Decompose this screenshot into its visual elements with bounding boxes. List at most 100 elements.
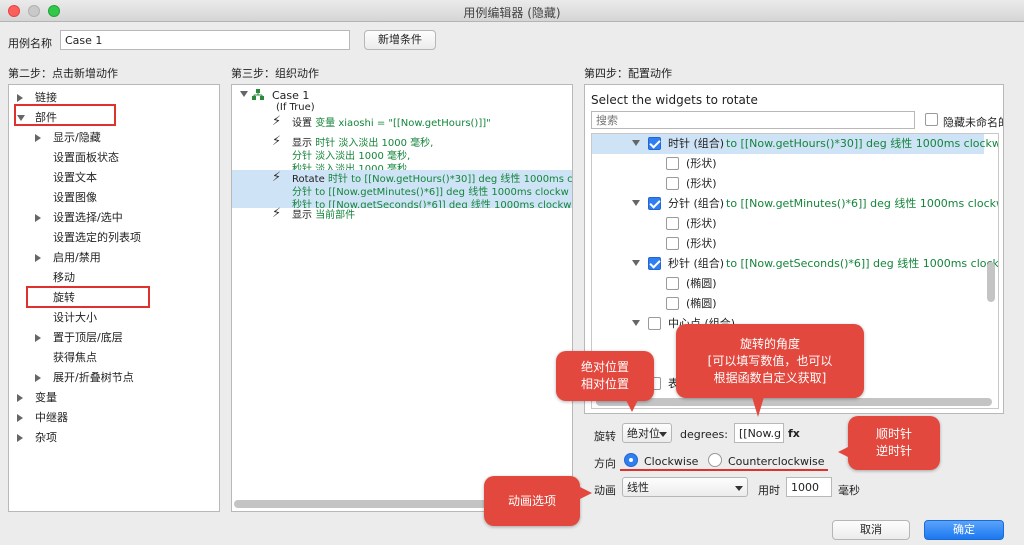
widget-checkbox[interactable]	[666, 177, 679, 190]
callout-animation: 动画选项	[484, 476, 580, 526]
rotate-mode-select[interactable]: 绝对位	[622, 423, 672, 443]
widget-name: 秒针 (组合)	[668, 257, 725, 270]
highlight-widgets	[14, 104, 116, 126]
callout-pointer	[626, 400, 638, 414]
widget-row-hour[interactable]: 时针 (组合) to [[Now.getHours()*30]] deg 线性 …	[592, 134, 998, 154]
widget-checkbox-minute[interactable]	[648, 197, 661, 210]
duration-label: 用时	[758, 484, 780, 497]
degrees-input[interactable]: [[Now.g	[734, 423, 784, 443]
animation-value: 线性	[627, 481, 649, 494]
vertical-scrollbar[interactable]	[987, 262, 995, 302]
fx-button[interactable]: fx	[788, 427, 800, 440]
widget-row-shape[interactable]: (形状)	[592, 154, 984, 174]
callout-pointer	[836, 446, 850, 458]
action-detail: 当前部件	[315, 210, 356, 221]
horizontal-scrollbar[interactable]	[596, 398, 992, 406]
widget-row-ellipse[interactable]: (椭圆)	[592, 274, 984, 294]
tree-item-variables[interactable]: 变量	[17, 389, 217, 407]
tree-item-label: 中继器	[35, 411, 68, 424]
tree-item-label: 展开/折叠树节点	[53, 371, 134, 384]
action-set-variable[interactable]: 设置 变量 xiaoshi = "[[Now.getHours()]]"	[292, 117, 491, 130]
chevron-down-icon	[735, 486, 743, 491]
tree-item-label: 设置选择/选中	[53, 211, 123, 224]
action-detail: 时针 淡入淡出 1000 毫秒,	[315, 138, 434, 149]
tree-item-set-text[interactable]: 设置文本	[53, 169, 97, 187]
tree-item-set-list-item[interactable]: 设置选定的列表项	[53, 229, 141, 247]
callout-line: 动画选项	[507, 493, 556, 508]
organize-actions-panel: Case 1 (If True) ⚡ 设置 变量 xiaoshi = "[[No…	[231, 84, 573, 512]
widget-row-shape[interactable]: (形状)	[592, 214, 984, 234]
duration-input[interactable]: 1000	[786, 477, 832, 497]
tree-item-set-image[interactable]: 设置图像	[53, 189, 97, 207]
action-verb: 显示	[292, 138, 312, 149]
tree-item-label: 置于顶层/底层	[53, 331, 123, 344]
expand-icon[interactable]	[632, 200, 640, 206]
widget-name: (椭圆)	[686, 297, 717, 310]
tree-item-set-selected[interactable]: 设置选择/选中	[35, 209, 215, 227]
widget-rotate-detail: to [[Now.getHours()*30]] deg 线性 1000ms c…	[726, 137, 999, 150]
animation-select[interactable]: 线性	[622, 477, 748, 497]
tree-item-enable-disable[interactable]: 启用/禁用	[35, 249, 215, 267]
degrees-label: degrees:	[680, 428, 728, 441]
action-rotate-second[interactable]: 秒针 to [[Now.getSeconds()*6]] deg 线性 1000…	[292, 199, 571, 208]
callout-direction: 顺时针 逆时针	[848, 416, 940, 470]
title-bar: 用例编辑器 (隐藏)	[0, 0, 1024, 22]
widget-checkbox[interactable]	[666, 277, 679, 290]
tree-item-repeater[interactable]: 中继器	[17, 409, 217, 427]
tree-item-show-hide[interactable]: 显示/隐藏	[35, 129, 215, 147]
widget-row-shape[interactable]: (形状)	[592, 174, 984, 194]
tree-item-expand-collapse[interactable]: 展开/折叠树节点	[35, 369, 215, 387]
counterclockwise-radio[interactable]	[708, 453, 722, 467]
clockwise-label: Clockwise	[644, 455, 699, 468]
tree-item-misc[interactable]: 杂项	[17, 429, 217, 447]
tree-item-bring-front-back[interactable]: 置于顶层/底层	[35, 329, 215, 347]
callout-pointer	[752, 397, 764, 417]
widget-checkbox-hour[interactable]	[648, 137, 661, 150]
expand-icon[interactable]	[632, 140, 640, 146]
action-detail: 时针 to [[Now.getHours()*30]] deg 线性 1000m…	[327, 174, 573, 185]
tree-item-label: 变量	[35, 391, 57, 404]
action-rotate-hour[interactable]: Rotate 时针 to [[Now.getHours()*30]] deg 线…	[292, 173, 573, 186]
case-name-input[interactable]: Case 1	[60, 30, 350, 50]
tree-item-set-panel-state[interactable]: 设置面板状态	[53, 149, 119, 167]
callout-line: [可以填写数值，也可以	[707, 353, 833, 368]
widget-rotate-detail: to [[Now.getMinutes()*6]] deg 线性 1000ms …	[726, 197, 999, 210]
callout-angle: 旋转的角度 [可以填写数值，也可以 根据函数自定义获取]	[676, 324, 864, 398]
widget-search-input[interactable]	[591, 111, 915, 129]
widget-checkbox-second[interactable]	[648, 257, 661, 270]
action-show-current[interactable]: 显示 当前部件	[292, 209, 355, 222]
widget-row-ellipse[interactable]: (椭圆)	[592, 294, 984, 314]
widget-checkbox[interactable]	[666, 297, 679, 310]
tree-item-move[interactable]: 移动	[53, 269, 75, 287]
action-bolt-icon: ⚡	[272, 134, 282, 149]
expand-icon[interactable]	[632, 320, 640, 326]
tree-item-label: 杂项	[35, 431, 57, 444]
widget-checkbox[interactable]	[666, 217, 679, 230]
case-icon	[252, 89, 264, 101]
widget-checkbox[interactable]	[666, 237, 679, 250]
case-condition: (If True)	[276, 102, 315, 113]
add-condition-button[interactable]: 新增条件	[364, 30, 436, 50]
tree-item-set-size[interactable]: 设计大小	[53, 309, 97, 327]
widget-row-second[interactable]: 秒针 (组合) to [[Now.getSeconds()*6]] deg 线性…	[592, 254, 998, 274]
widget-name: (形状)	[686, 157, 717, 170]
tree-item-label: 显示/隐藏	[53, 131, 101, 144]
window-title: 用例编辑器 (隐藏)	[463, 6, 561, 20]
case-collapse-icon[interactable]	[240, 91, 248, 97]
action-bolt-icon: ⚡	[272, 206, 282, 221]
widget-row-shape[interactable]: (形状)	[592, 234, 984, 254]
hide-unnamed-label: 隐藏未命名的	[943, 116, 1004, 129]
clockwise-radio[interactable]	[624, 453, 638, 467]
hide-unnamed-checkbox[interactable]	[925, 113, 938, 126]
widget-checkbox-center[interactable]	[648, 317, 661, 330]
widget-checkbox[interactable]	[666, 157, 679, 170]
ok-button[interactable]: 确定	[924, 520, 1004, 540]
action-show-minute[interactable]: 分针 淡入淡出 1000 毫秒,	[292, 150, 410, 163]
expand-icon[interactable]	[632, 260, 640, 266]
tree-item-focus[interactable]: 获得焦点	[53, 349, 97, 367]
action-bolt-icon: ⚡	[272, 114, 282, 129]
action-show-hour[interactable]: 显示 时针 淡入淡出 1000 毫秒,	[292, 137, 433, 150]
action-rotate-minute[interactable]: 分针 to [[Now.getMinutes()*6]] deg 线性 1000…	[292, 186, 569, 199]
widget-row-minute[interactable]: 分针 (组合) to [[Now.getMinutes()*6]] deg 线性…	[592, 194, 998, 214]
cancel-button[interactable]: 取消	[832, 520, 910, 540]
